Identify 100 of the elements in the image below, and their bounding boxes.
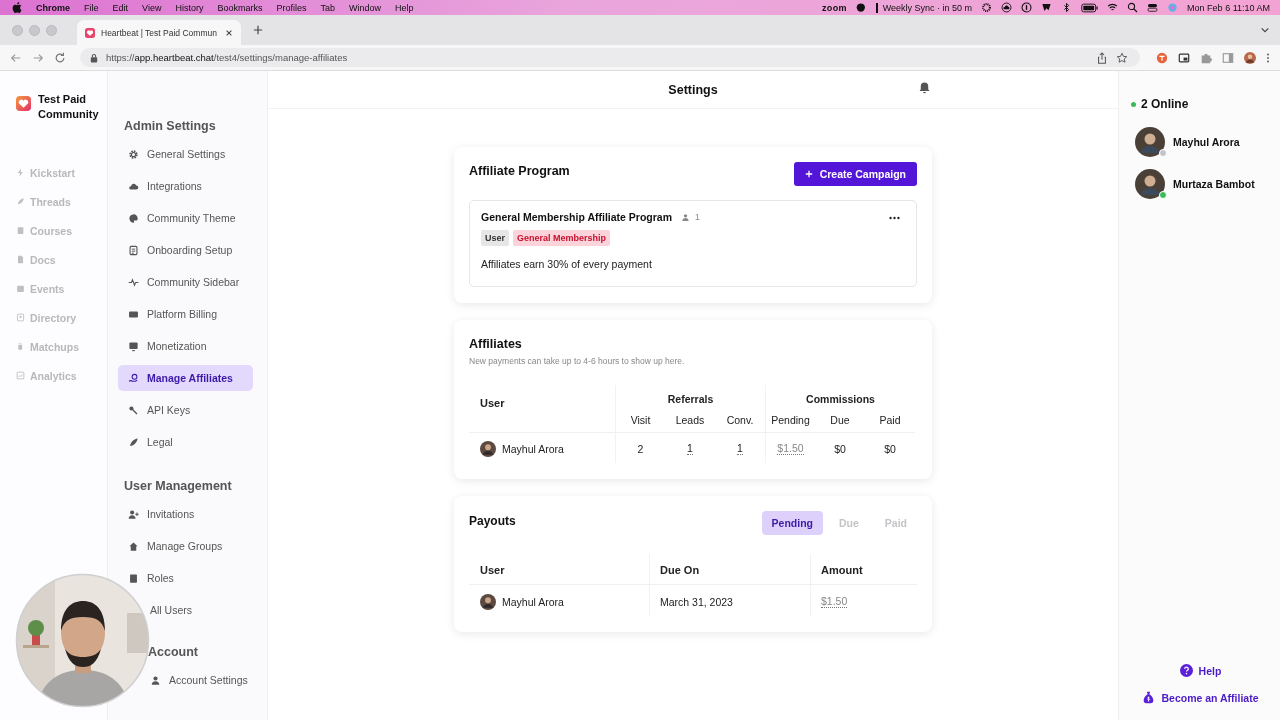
- sidebar-item[interactable]: Manage Groups: [118, 533, 253, 559]
- monitor-icon: [128, 340, 139, 352]
- password-icon[interactable]: [1021, 2, 1033, 13]
- sidebar-item[interactable]: Community Sidebar: [118, 269, 253, 295]
- puzzle-icon[interactable]: [1200, 51, 1212, 64]
- menu-item[interactable]: History: [175, 2, 204, 13]
- reload-icon[interactable]: [54, 51, 66, 64]
- lock-icon[interactable]: [90, 52, 98, 63]
- add-user-icon: [128, 508, 139, 520]
- chart-icon: [16, 371, 25, 380]
- column-header: Paid: [865, 405, 915, 433]
- sidebar-item[interactable]: Platform Billing: [118, 301, 253, 327]
- address-bar[interactable]: https://app.heartbeat.chat/test4/settings/manage-affiliates: [80, 48, 1140, 67]
- bolt-icon: [16, 168, 25, 177]
- sidebar-item[interactable]: General Settings: [118, 141, 253, 167]
- tag: User: [481, 230, 509, 246]
- side-panel-icon[interactable]: [1222, 51, 1234, 64]
- menu-item[interactable]: Bookmarks: [217, 2, 263, 13]
- value-link[interactable]: 1: [687, 442, 693, 456]
- avatar[interactable]: [1135, 169, 1165, 199]
- menu-item[interactable]: Help: [395, 2, 414, 13]
- user-icon: [150, 674, 161, 686]
- sidebar-item[interactable]: Roles: [118, 565, 253, 591]
- table-cell: March 31, 2023: [660, 596, 733, 608]
- menu-item[interactable]: File: [84, 2, 99, 13]
- more-icon[interactable]: [889, 216, 900, 220]
- bell-icon[interactable]: [918, 81, 931, 94]
- community-name[interactable]: Test Paid Community: [38, 92, 107, 122]
- apple-icon[interactable]: [12, 2, 22, 13]
- sidebar-item[interactable]: All Users: [148, 597, 253, 623]
- user-name: Mayhul Arora: [502, 443, 564, 455]
- member-count: 1: [695, 212, 700, 222]
- heart-logo-icon: [85, 27, 95, 38]
- create-campaign-button[interactable]: Create Campaign: [793, 162, 917, 186]
- menu-item[interactable]: Edit: [112, 2, 129, 13]
- book-icon: [16, 226, 25, 235]
- user-name[interactable]: Mayhul Arora: [1173, 136, 1240, 148]
- brightness-icon[interactable]: [981, 2, 993, 13]
- zoom-status-item[interactable]: zoom: [822, 2, 847, 13]
- user-name[interactable]: Murtaza Bambot: [1173, 178, 1255, 190]
- heart-logo-icon[interactable]: [16, 96, 31, 111]
- sidebar-item[interactable]: Legal: [118, 429, 253, 455]
- program-card[interactable]: General Membership Affiliate Program 1 User General Membership Affiliates earn 30% of every payment: [469, 200, 917, 287]
- close-icon[interactable]: [225, 28, 233, 37]
- clock[interactable]: Mon Feb 6 11:10 AM: [1187, 2, 1270, 13]
- sidebar-item[interactable]: Account Settings: [148, 667, 253, 693]
- column-header: Pending: [765, 405, 815, 433]
- menu-item[interactable]: View: [142, 2, 162, 13]
- picture-in-picture-icon[interactable]: [1178, 51, 1190, 64]
- table-cell: $0: [884, 443, 896, 455]
- sidebar-item[interactable]: API Keys: [118, 397, 253, 423]
- wifi-icon[interactable]: [1107, 2, 1119, 13]
- column-header: Due: [815, 405, 865, 433]
- help-icon[interactable]: [1179, 664, 1193, 677]
- star-icon[interactable]: [1116, 51, 1128, 64]
- program-description: Affiliates earn 30% of every payment: [481, 258, 653, 270]
- sidebar-item[interactable]: Monetization: [118, 333, 253, 359]
- column-header: Amount: [810, 554, 917, 585]
- new-tab-icon[interactable]: [253, 25, 263, 35]
- share-icon[interactable]: [1096, 51, 1108, 64]
- chevron-down-icon[interactable]: [1260, 25, 1270, 35]
- value-link[interactable]: 1: [737, 442, 743, 456]
- document-icon: [16, 255, 25, 264]
- contact-icon: [16, 313, 25, 322]
- online-count: 2 Online: [1141, 97, 1189, 111]
- house-icon: [128, 540, 139, 552]
- amount-link[interactable]: $1.50: [821, 595, 848, 609]
- feather-icon: [16, 197, 25, 206]
- search-icon[interactable]: [1127, 2, 1139, 13]
- extension-icon[interactable]: [1156, 51, 1168, 64]
- menu-item[interactable]: Profiles: [276, 2, 307, 13]
- sidebar-item[interactable]: Onboarding Setup: [118, 237, 253, 263]
- program-name: General Membership Affiliate Program: [481, 211, 672, 223]
- affiliate-link[interactable]: Become an Affiliate: [1161, 691, 1259, 704]
- section-heading: User Management: [123, 479, 233, 493]
- control-center-icon[interactable]: [1147, 2, 1159, 13]
- battery-icon[interactable]: [1081, 2, 1099, 13]
- sidebar-item[interactable]: Community Theme: [118, 205, 253, 231]
- avatar[interactable]: [1244, 51, 1256, 64]
- key-icon: [128, 404, 139, 416]
- menu-item[interactable]: Chrome: [36, 2, 70, 13]
- value-link[interactable]: $1.50: [777, 442, 804, 456]
- avatar[interactable]: [1135, 127, 1165, 157]
- column-header: Leads: [665, 405, 715, 433]
- avatar: [480, 594, 496, 610]
- column-header: User: [469, 554, 649, 585]
- menu-item[interactable]: Window: [348, 2, 381, 13]
- money-bag-icon[interactable]: [1142, 691, 1156, 704]
- card-note: New payments can take up to 4-6 hours to show up here.: [469, 356, 686, 366]
- card-title: Affiliates: [469, 337, 523, 351]
- sidebar-item[interactable]: Invitations: [118, 501, 253, 527]
- cloud-icon[interactable]: [1001, 2, 1013, 13]
- meeting-status[interactable]: Weekly Sync · in 50 m: [875, 2, 973, 13]
- cup-icon: [16, 342, 25, 351]
- browser-tab[interactable]: Heartbeat | Test Paid Commun: [77, 20, 241, 45]
- sidebar-item[interactable]: Integrations: [118, 173, 253, 199]
- menu-item[interactable]: Tab: [320, 2, 335, 13]
- tab[interactable]: Pending: [761, 511, 823, 535]
- sidebar-item[interactable]: Manage Affiliates: [118, 365, 253, 391]
- help-link[interactable]: Help: [1198, 664, 1222, 677]
